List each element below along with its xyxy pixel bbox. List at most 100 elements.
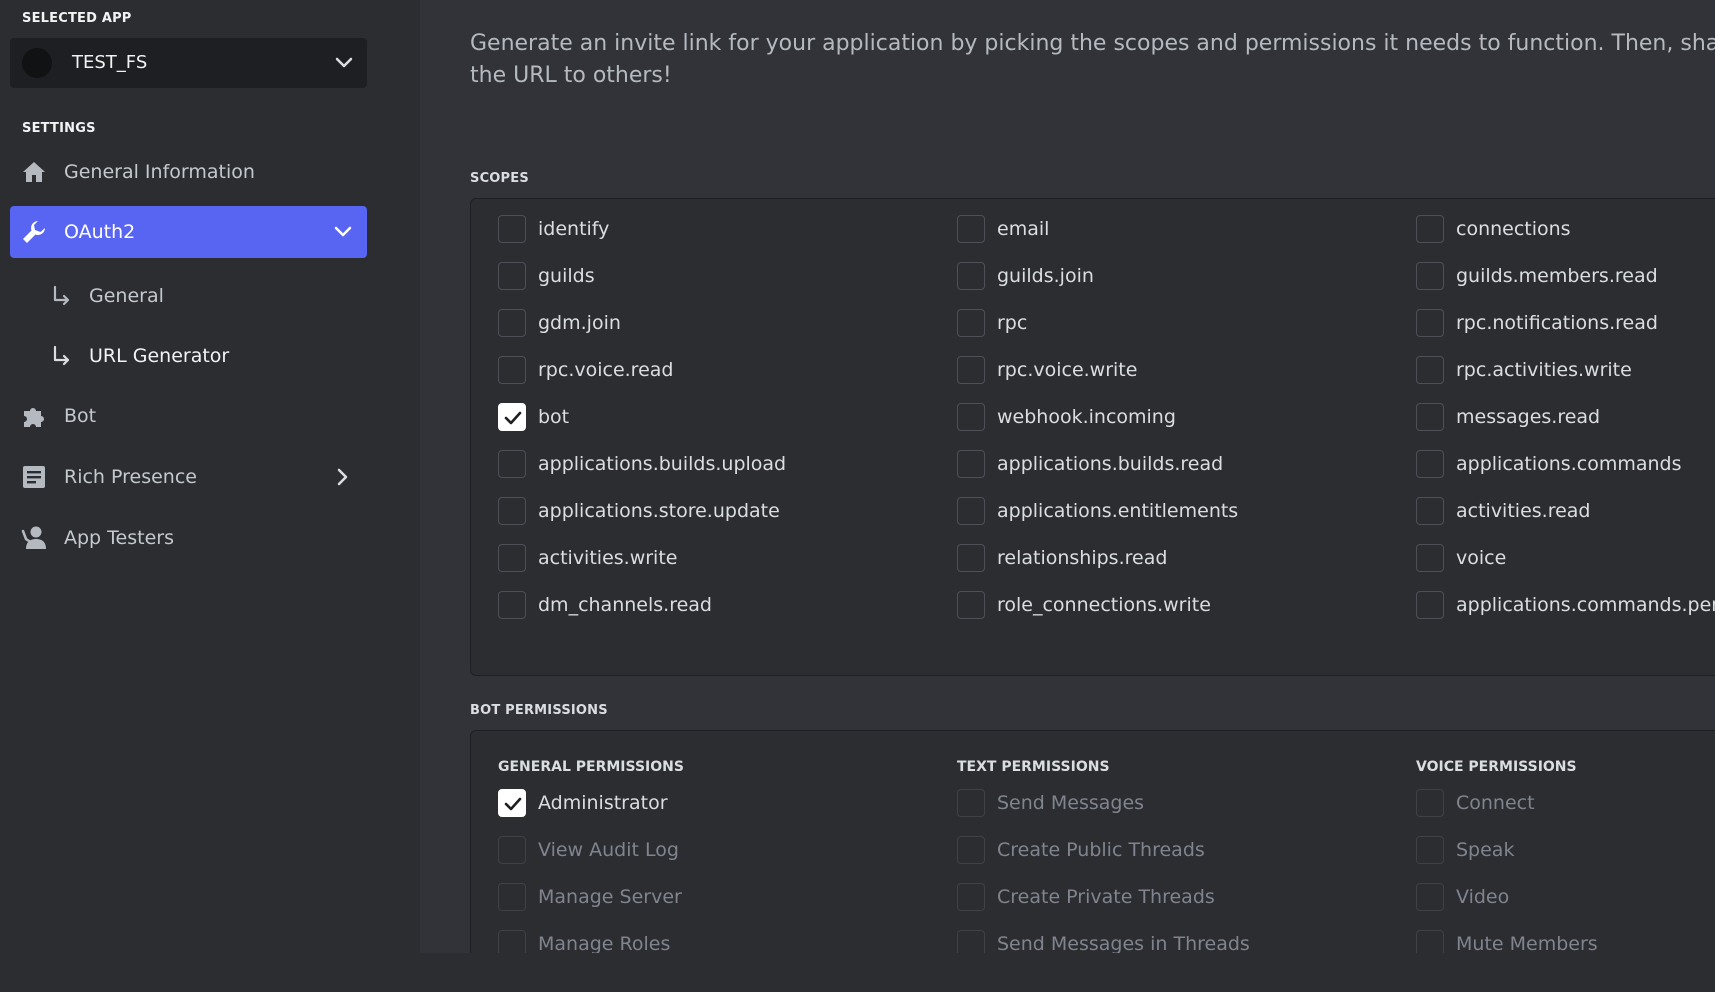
sidebar: SELECTED APP TEST_FS SETTINGS General In… (0, 0, 420, 992)
checkbox[interactable] (498, 497, 526, 525)
checkbox-label: Connect (1456, 792, 1535, 814)
sidebar-subitem-url-generator[interactable]: URL Generator (10, 330, 367, 382)
checkbox-label: email (997, 218, 1050, 240)
checkbox-label: dm_channels.read (538, 594, 712, 616)
checkbox-label: gdm.join (538, 312, 621, 334)
sidebar-item-label: General Information (64, 161, 255, 183)
app-avatar (22, 48, 52, 78)
checkbox-label: identify (538, 218, 610, 240)
selected-app-label: SELECTED APP (22, 11, 132, 26)
sidebar-item-bot[interactable]: Bot (10, 390, 367, 442)
sub-arrow-icon (47, 342, 75, 370)
checkbox-label: Speak (1456, 839, 1515, 861)
sub-arrow-icon (47, 282, 75, 310)
sidebar-item-oauth2[interactable]: OAuth2 (10, 206, 367, 258)
checkbox[interactable] (957, 309, 985, 337)
bot-permissions-heading: BOT PERMISSIONS (470, 703, 608, 718)
checkbox[interactable] (957, 544, 985, 572)
sidebar-item-label: Rich Presence (64, 466, 197, 488)
checkbox-label: applications.builds.read (997, 453, 1224, 475)
checkbox-checked[interactable] (498, 789, 526, 817)
checkbox-label: rpc (997, 312, 1028, 334)
chevron-right-icon (337, 468, 349, 486)
sidebar-item-rich-presence[interactable]: Rich Presence (10, 451, 367, 503)
checkbox-label: rpc.voice.write (997, 359, 1138, 381)
checkbox[interactable] (1416, 591, 1444, 619)
checkbox (957, 789, 985, 817)
checkbox[interactable] (498, 544, 526, 572)
checkbox[interactable] (957, 497, 985, 525)
checkbox[interactable] (498, 356, 526, 384)
checkbox[interactable] (1416, 215, 1444, 243)
document-icon (20, 463, 48, 491)
checkbox[interactable] (498, 262, 526, 290)
checkbox[interactable] (498, 591, 526, 619)
sidebar-item-general-information[interactable]: General Information (10, 146, 367, 198)
checkbox-label: applications.commands.permissions.update (1456, 594, 1715, 616)
checkbox-label: Send Messages (997, 792, 1145, 814)
app-name: TEST_FS (72, 52, 148, 73)
checkbox (1416, 883, 1444, 911)
checkbox-label: guilds (538, 265, 595, 287)
checkbox[interactable] (1416, 262, 1444, 290)
checkbox[interactable] (957, 356, 985, 384)
puzzle-icon (20, 402, 48, 430)
checkbox-label: webhook.incoming (997, 406, 1176, 428)
main-panel: Generate an invite link for your applica… (420, 0, 1715, 992)
checkbox[interactable] (498, 450, 526, 478)
checkbox[interactable] (1416, 309, 1444, 337)
checkbox-label: guilds.join (997, 265, 1094, 287)
checkbox-label: applications.entitlements (997, 500, 1239, 522)
checkbox[interactable] (498, 309, 526, 337)
sidebar-item-label: URL Generator (89, 345, 230, 367)
checkbox-label: relationships.read (997, 547, 1168, 569)
checkbox-label: bot (538, 406, 570, 428)
checkbox[interactable] (957, 262, 985, 290)
checkbox[interactable] (1416, 497, 1444, 525)
permission-group-heading: VOICE PERMISSIONS (1416, 759, 1577, 775)
checkbox-checked[interactable] (498, 403, 526, 431)
checkbox-label: activities.read (1456, 500, 1591, 522)
checkbox[interactable] (1416, 356, 1444, 384)
home-icon (20, 158, 48, 186)
scopes-heading: SCOPES (470, 171, 529, 186)
scroll-edge (420, 953, 1715, 992)
intro-text: Generate an invite link for your applica… (470, 31, 1715, 88)
checkbox-label: Administrator (538, 792, 668, 814)
permission-group-heading: GENERAL PERMISSIONS (498, 759, 684, 775)
sidebar-item-label: Bot (64, 405, 97, 427)
checkbox-label: Create Private Threads (997, 886, 1215, 908)
checkmark-icon (504, 411, 522, 425)
checkbox-label: messages.read (1456, 406, 1601, 428)
checkbox-label: Video (1456, 886, 1510, 908)
checkbox (1416, 836, 1444, 864)
checkbox-label: rpc.activities.write (1456, 359, 1632, 381)
checkbox[interactable] (957, 450, 985, 478)
checkbox[interactable] (1416, 544, 1444, 572)
checkbox-label: voice (1456, 547, 1507, 569)
checkbox-label: View Audit Log (538, 839, 679, 861)
checkbox (498, 836, 526, 864)
checkbox-label: role_connections.write (997, 594, 1211, 616)
checkbox-label: activities.write (538, 547, 678, 569)
checkbox (957, 883, 985, 911)
checkbox-label: applications.commands (1456, 453, 1682, 475)
checkbox-label: applications.store.update (538, 500, 780, 522)
checkbox[interactable] (957, 215, 985, 243)
checkbox[interactable] (498, 215, 526, 243)
chevron-down-icon (334, 226, 352, 238)
checkbox[interactable] (957, 591, 985, 619)
checkbox[interactable] (1416, 403, 1444, 431)
sidebar-item-label: General (89, 285, 164, 307)
sidebar-subitem-general[interactable]: General (10, 270, 367, 322)
settings-label: SETTINGS (22, 121, 96, 136)
checkbox[interactable] (957, 403, 985, 431)
checkbox-label: rpc.voice.read (538, 359, 674, 381)
scopes-panel: identify email connections guilds guilds.joi… (470, 198, 1715, 676)
app-selector[interactable]: TEST_FS (10, 38, 367, 88)
checkbox[interactable] (1416, 450, 1444, 478)
checkbox-label: Manage Server (538, 886, 682, 908)
checkmark-icon (504, 797, 522, 811)
checkbox (957, 836, 985, 864)
sidebar-item-app-testers[interactable]: App Testers (10, 512, 367, 564)
